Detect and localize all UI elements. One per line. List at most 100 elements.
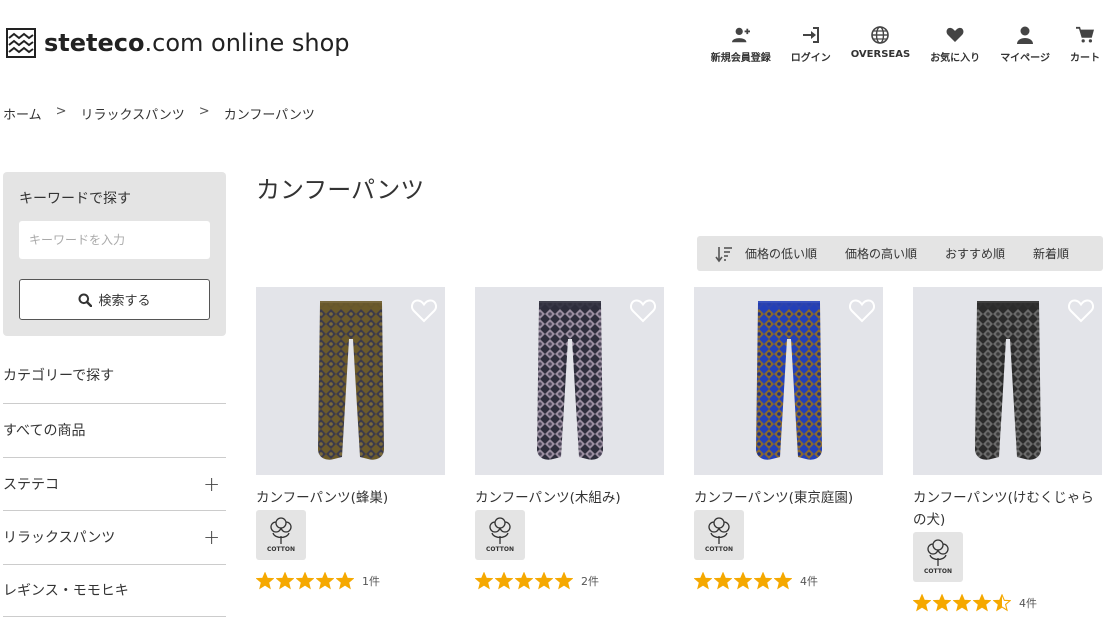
star-icon xyxy=(296,572,314,590)
star-icon xyxy=(734,572,752,590)
star-icon xyxy=(515,572,533,590)
product-image[interactable] xyxy=(913,287,1102,475)
search-icon xyxy=(78,293,93,307)
cotton-badge-label: COTTON xyxy=(924,568,952,575)
product-image[interactable] xyxy=(694,287,883,475)
header-nav: 新規会員登録 ログイン OVERSEAS お気に入り マイページ カート xyxy=(691,26,1100,64)
category-item-label: ステテコ xyxy=(3,476,59,493)
nav-favorites[interactable]: お気に入り xyxy=(930,26,980,64)
product-rating: 1件 xyxy=(256,572,445,590)
cotton-badge-label: COTTON xyxy=(486,546,514,553)
rating-stars xyxy=(475,572,575,590)
product-name[interactable]: カンフーパンツ(けむくじゃらの犬) xyxy=(913,487,1102,531)
product-card: カンフーパンツ(蜂巣) COTTON 1件 xyxy=(256,287,445,612)
category-title: カテゴリーで探す xyxy=(3,368,115,384)
sort-price-high[interactable]: 価格の高い順 xyxy=(845,245,917,262)
cotton-badge-label: COTTON xyxy=(705,546,733,553)
star-icon xyxy=(276,572,294,590)
product-rating: 4件 xyxy=(913,594,1102,612)
expand-plus-icon[interactable]: + xyxy=(203,525,220,549)
pants-image xyxy=(317,301,384,460)
nav-login[interactable]: ログイン xyxy=(791,26,831,64)
cotton-badge-label: COTTON xyxy=(267,546,295,553)
star-icon xyxy=(555,572,573,590)
sort-newest[interactable]: 新着順 xyxy=(1033,245,1069,262)
star-icon xyxy=(953,594,971,612)
review-count[interactable]: 2件 xyxy=(581,573,599,589)
breadcrumb-relax-pants[interactable]: リラックスパンツ xyxy=(81,104,185,123)
star-icon xyxy=(993,594,1011,612)
search-button[interactable]: 検索する xyxy=(19,279,210,320)
product-image[interactable] xyxy=(256,287,445,475)
rating-stars xyxy=(913,594,1013,612)
favorite-heart-icon[interactable] xyxy=(1068,299,1094,323)
favorite-heart-icon[interactable] xyxy=(630,299,656,323)
star-icon xyxy=(495,572,513,590)
star-icon xyxy=(336,572,354,590)
breadcrumb: ホーム > リラックスパンツ > カンフーパンツ xyxy=(3,104,315,123)
category-list: すべての商品 ステテコ + リラックスパンツ + レギンス・モモヒキ xyxy=(3,403,226,617)
star-icon xyxy=(535,572,553,590)
category-item-all[interactable]: すべての商品 xyxy=(3,403,226,457)
product-name[interactable]: カンフーパンツ(木組み) xyxy=(475,487,664,509)
sort-icon xyxy=(715,246,732,262)
product-name[interactable]: カンフーパンツ(蜂巣) xyxy=(256,487,445,509)
heart-icon xyxy=(946,27,964,42)
review-count[interactable]: 4件 xyxy=(1019,595,1037,611)
product-card: カンフーパンツ(けむくじゃらの犬) COTTON 4件 xyxy=(913,287,1102,612)
category-item-leggings[interactable]: レギンス・モモヒキ xyxy=(3,563,226,617)
nav-mypage[interactable]: マイページ xyxy=(1000,26,1050,64)
sort-recommended[interactable]: おすすめ順 xyxy=(945,245,1005,262)
category-item-relax-pants[interactable]: リラックスパンツ + xyxy=(3,510,226,564)
product-image[interactable] xyxy=(475,287,664,475)
globe-icon xyxy=(871,26,890,44)
category-item-steteco[interactable]: ステテコ + xyxy=(3,456,226,511)
star-icon xyxy=(256,572,274,590)
logo-text: steteco.com online shop xyxy=(44,29,350,57)
star-icon xyxy=(475,572,493,590)
expand-plus-icon[interactable]: + xyxy=(203,472,220,496)
nav-cart[interactable]: カート xyxy=(1070,26,1100,64)
cotton-icon xyxy=(270,517,292,544)
sign-in-icon xyxy=(802,27,819,43)
page-title: カンフーパンツ xyxy=(256,176,425,204)
pants-image xyxy=(536,301,603,460)
category-item-label: レギンス・モモヒキ xyxy=(3,583,129,600)
cotton-badge: COTTON xyxy=(694,510,744,560)
cotton-badge: COTTON xyxy=(475,510,525,560)
cotton-badge: COTTON xyxy=(256,510,306,560)
pants-image xyxy=(974,301,1041,460)
nav-cart-label: カート xyxy=(1070,53,1100,64)
product-rating: 2件 xyxy=(475,572,664,590)
site-logo[interactable]: steteco.com online shop xyxy=(6,28,350,58)
nav-mypage-label: マイページ xyxy=(1000,53,1050,64)
category-item-label: すべての商品 xyxy=(3,423,86,440)
nav-register[interactable]: 新規会員登録 xyxy=(711,26,771,64)
star-icon xyxy=(316,572,334,590)
cotton-icon xyxy=(927,539,949,566)
keyword-search-input[interactable] xyxy=(19,221,210,259)
rating-stars xyxy=(694,572,794,590)
rating-stars xyxy=(256,572,356,590)
review-count[interactable]: 4件 xyxy=(800,573,818,589)
breadcrumb-home[interactable]: ホーム xyxy=(3,104,42,123)
breadcrumb-separator: > xyxy=(198,104,210,119)
sort-price-low[interactable]: 価格の低い順 xyxy=(745,245,817,262)
nav-overseas[interactable]: OVERSEAS xyxy=(851,26,910,64)
favorite-heart-icon[interactable] xyxy=(849,299,875,323)
category-item-label: リラックスパンツ xyxy=(3,530,116,547)
product-name[interactable]: カンフーパンツ(東京庭園) xyxy=(694,487,883,509)
breadcrumb-current: カンフーパンツ xyxy=(223,108,315,123)
search-button-label: 検索する xyxy=(98,294,151,309)
logo-mark-icon xyxy=(6,28,36,58)
nav-favorites-label: お気に入り xyxy=(930,53,981,64)
user-plus-icon xyxy=(731,27,750,43)
review-count[interactable]: 1件 xyxy=(362,573,380,589)
keyword-search-panel: キーワードで探す 検索する xyxy=(3,172,226,336)
breadcrumb-separator: > xyxy=(55,104,67,119)
product-rating: 4件 xyxy=(694,572,883,590)
product-grid: カンフーパンツ(蜂巣) COTTON 1件 カンフーパンツ(木組み) COTTO… xyxy=(256,287,1102,612)
favorite-heart-icon[interactable] xyxy=(411,299,437,323)
nav-overseas-label: OVERSEAS xyxy=(850,49,911,60)
star-icon xyxy=(694,572,712,590)
